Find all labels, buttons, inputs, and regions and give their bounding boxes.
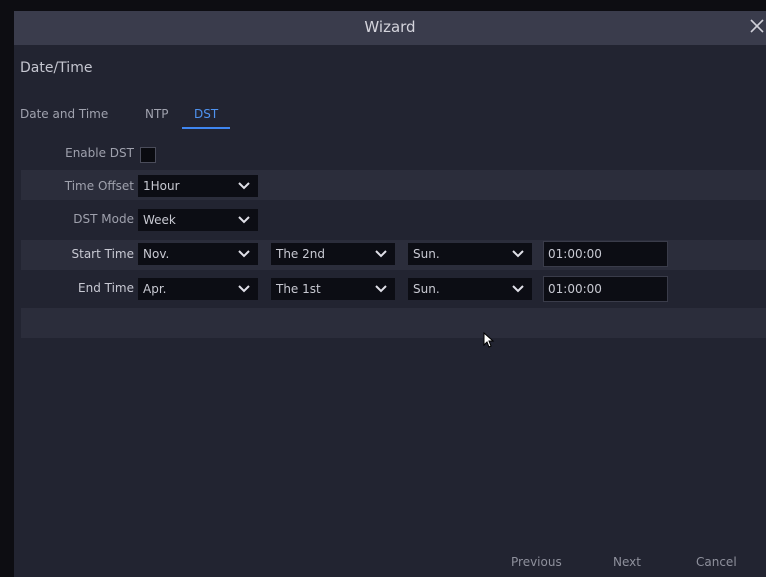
active-tab-indicator (182, 127, 230, 129)
tab-dst[interactable]: DST (194, 107, 218, 121)
time-offset-select[interactable]: 1Hour (138, 175, 258, 197)
start-time-value: 01:00:00 (548, 247, 602, 261)
dst-mode-select[interactable]: Week (138, 209, 258, 231)
tab-date-and-time[interactable]: Date and Time (20, 107, 108, 121)
dst-mode-label: DST Mode (73, 212, 134, 226)
end-month-select[interactable]: Apr. (138, 278, 258, 300)
row-band-empty (21, 308, 766, 338)
end-week-value: The 1st (276, 282, 321, 296)
chevron-down-icon (238, 214, 250, 226)
start-week-select[interactable]: The 2nd (271, 243, 395, 265)
end-time-value: 01:00:00 (548, 282, 602, 296)
chevron-down-icon (512, 283, 524, 295)
end-day-select[interactable]: Sun. (408, 278, 532, 300)
close-icon[interactable] (746, 14, 766, 38)
start-time-input[interactable]: 01:00:00 (543, 241, 668, 267)
cancel-button[interactable]: Cancel (696, 555, 737, 569)
title-bar: Wizard (14, 11, 766, 45)
section-title: Date/Time (20, 60, 93, 76)
enable-dst-label: Enable DST (65, 146, 134, 160)
start-month-select[interactable]: Nov. (138, 243, 258, 265)
chevron-down-icon (238, 248, 250, 260)
chevron-down-icon (238, 283, 250, 295)
start-week-value: The 2nd (276, 247, 325, 261)
start-day-select[interactable]: Sun. (408, 243, 532, 265)
window-title: Wizard (364, 18, 416, 36)
end-day-value: Sun. (413, 282, 440, 296)
chevron-down-icon (375, 248, 387, 260)
chevron-down-icon (512, 248, 524, 260)
start-time-label: Start Time (71, 247, 135, 261)
enable-dst-checkbox[interactable] (140, 147, 156, 163)
previous-button[interactable]: Previous (511, 555, 562, 569)
time-offset-label: Time Offset (64, 179, 134, 193)
wizard-window: Wizard Date/Time Date and Time NTP DST E… (14, 11, 766, 577)
start-month-value: Nov. (143, 247, 170, 261)
tab-ntp[interactable]: NTP (145, 107, 169, 121)
chevron-down-icon (375, 283, 387, 295)
end-week-select[interactable]: The 1st (271, 278, 395, 300)
end-time-label: End Time (78, 281, 134, 295)
end-month-value: Apr. (143, 282, 167, 296)
start-day-value: Sun. (413, 247, 440, 261)
end-time-input[interactable]: 01:00:00 (543, 276, 668, 302)
mouse-pointer-icon (483, 331, 495, 348)
dst-mode-value: Week (143, 213, 176, 227)
time-offset-value: 1Hour (143, 179, 180, 193)
chevron-down-icon (238, 180, 250, 192)
next-button[interactable]: Next (613, 555, 641, 569)
